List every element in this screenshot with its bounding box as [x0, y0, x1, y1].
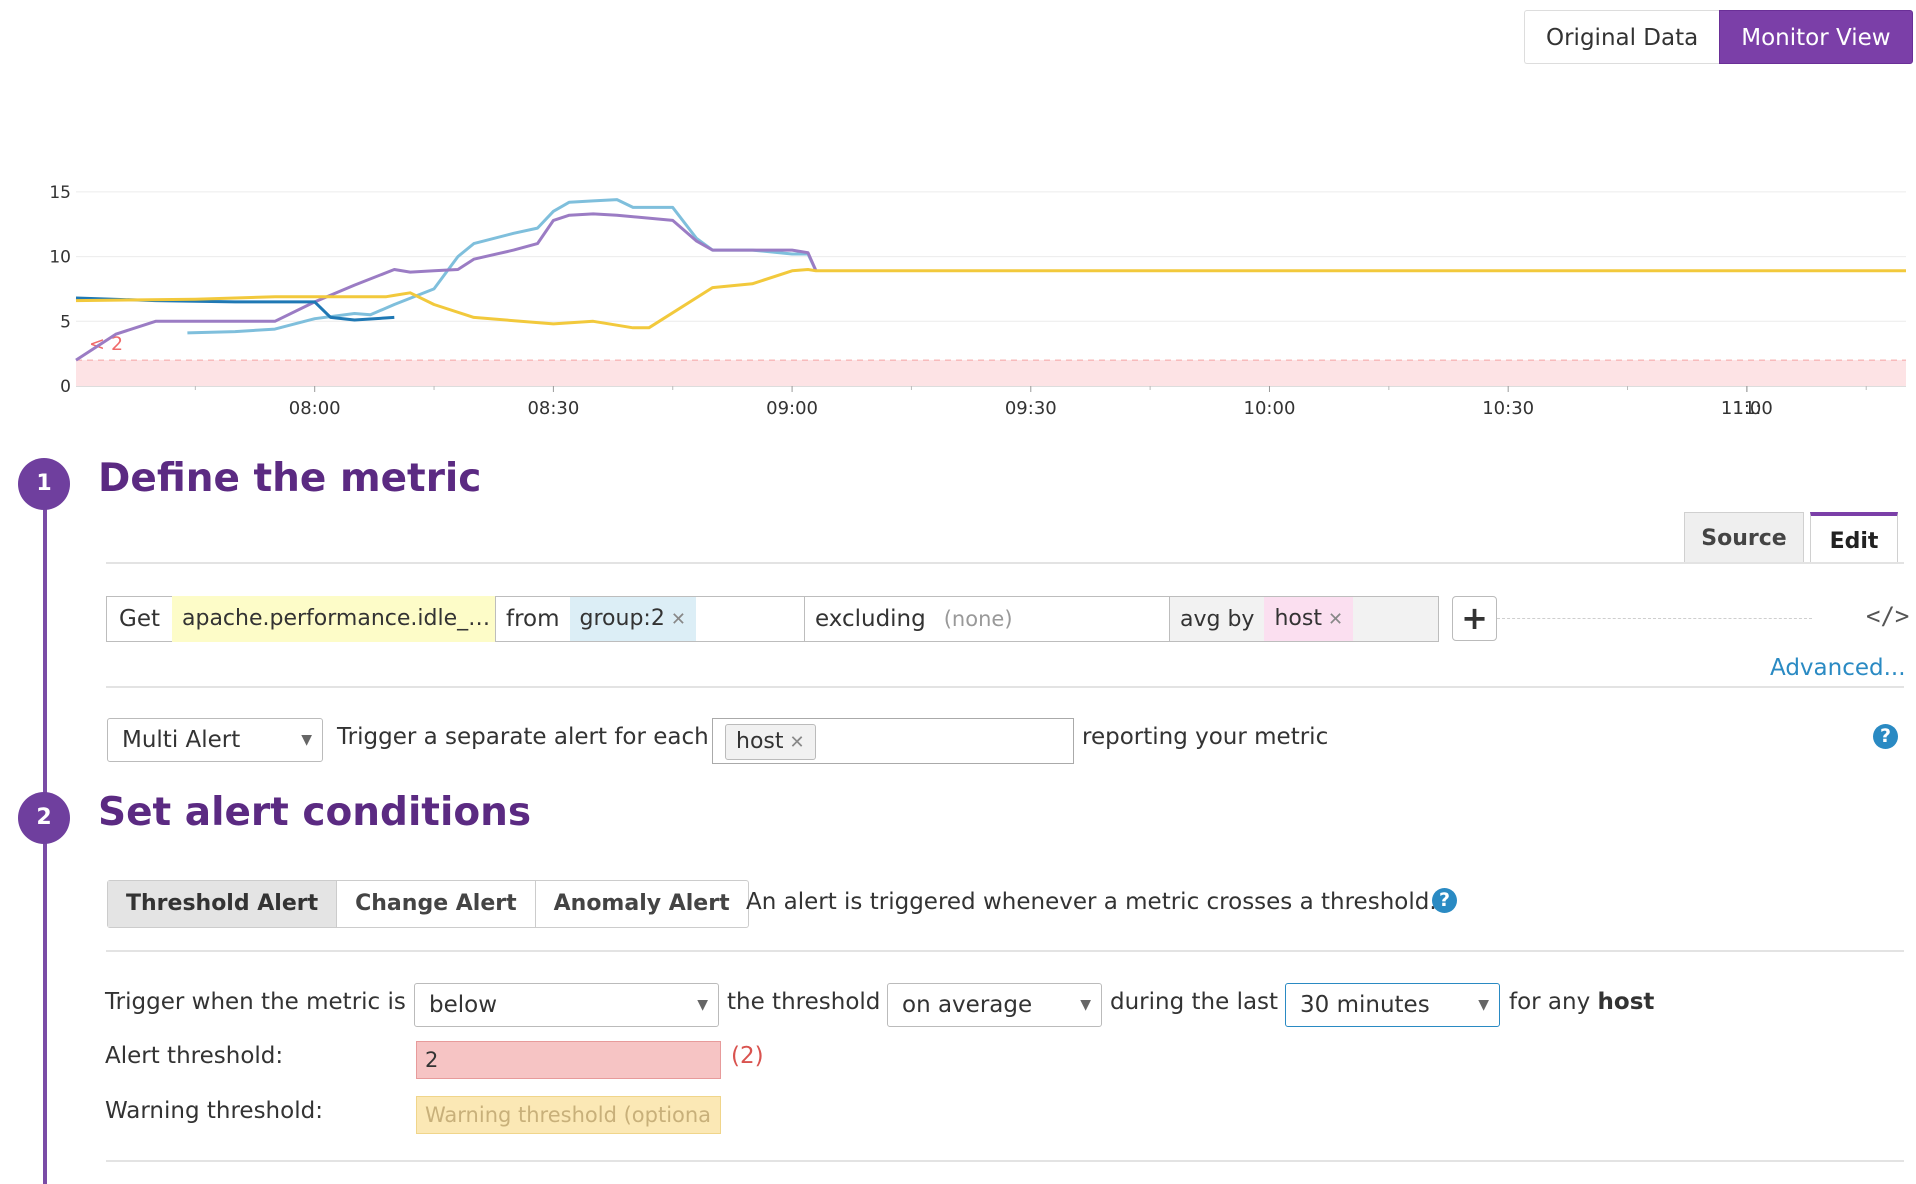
add-query-button[interactable]: + — [1452, 596, 1497, 641]
threshold-label: the threshold — [727, 989, 881, 1015]
y-tick-label: 0 — [60, 377, 71, 397]
aggregation-select[interactable]: on average ▼ — [887, 983, 1102, 1027]
alert-type-divider — [106, 950, 1904, 952]
step-2-badge: 2 — [18, 792, 70, 844]
step-2-title: Set alert conditions — [98, 790, 532, 835]
remove-icon[interactable]: ✕ — [790, 732, 805, 753]
dashed-connector — [1497, 618, 1812, 619]
during-label: during the last — [1110, 989, 1279, 1015]
tab-edit[interactable]: Edit — [1810, 512, 1898, 564]
series-line-1 — [187, 198, 818, 335]
tab-source[interactable]: Source — [1684, 512, 1804, 564]
change-alert-button[interactable]: Change Alert — [337, 881, 536, 927]
remove-icon[interactable]: ✕ — [671, 609, 686, 630]
help-icon[interactable]: ? — [1432, 888, 1457, 913]
alert-threshold-input[interactable]: 2 — [416, 1041, 721, 1079]
view-toggle: Original Data Monitor View — [1524, 10, 1913, 64]
warning-threshold-label: Warning threshold: — [105, 1098, 323, 1124]
avg-by-label: avg by — [1180, 606, 1255, 632]
tabs-divider — [106, 562, 1904, 564]
chevron-down-icon: ▼ — [1478, 997, 1489, 1013]
alert-type-description: An alert is triggered whenever a metric … — [746, 889, 1437, 915]
x-tick-label: 10:30 — [1482, 398, 1534, 419]
excluding-scope[interactable]: excluding (none) — [804, 596, 1170, 642]
y-tick-label: 5 — [60, 312, 71, 332]
metric-chart: < 2 0 5 10 15 08:00 08:30 09:00 09:30 10:00 10:3… — [49, 183, 1906, 419]
original-data-button[interactable]: Original Data — [1524, 10, 1720, 64]
x-tick-label: 11: — [1732, 398, 1761, 419]
x-tick-label: 08:30 — [527, 398, 579, 419]
trigger-label: Trigger when the metric is — [105, 989, 406, 1015]
chevron-down-icon: ▼ — [1080, 997, 1091, 1013]
x-tick-label: 09:30 — [1005, 398, 1057, 419]
threshold-label: < 2 — [89, 333, 123, 355]
help-icon[interactable]: ? — [1873, 724, 1898, 749]
query-divider — [106, 686, 1904, 688]
avg-by-tag[interactable]: host ✕ — [1264, 597, 1354, 641]
step-1-badge: 1 — [18, 458, 70, 510]
metric-name[interactable]: apache.performance.idle_… — [172, 596, 501, 642]
series-line-2 — [75, 212, 818, 362]
excluding-label: excluding — [815, 606, 926, 632]
comparison-select[interactable]: below ▼ — [414, 983, 719, 1027]
avg-by-group[interactable]: avg by host ✕ — [1169, 596, 1439, 642]
time-window-select[interactable]: 30 minutes ▼ — [1285, 983, 1500, 1027]
chevron-down-icon: ▼ — [697, 997, 708, 1013]
trigger-each-text: Trigger a separate alert for each — [337, 724, 709, 750]
get-label: Get — [119, 606, 160, 632]
from-label: from — [506, 606, 560, 632]
monitor-view-button[interactable]: Monitor View — [1719, 10, 1913, 64]
excluding-value: (none) — [943, 607, 1013, 631]
remove-icon[interactable]: ✕ — [1328, 609, 1343, 630]
from-scope[interactable]: from group:2 ✕ — [495, 596, 805, 642]
alert-grouping-select[interactable]: Multi Alert ▼ — [107, 718, 323, 762]
group-by-tag[interactable]: host ✕ — [725, 724, 816, 760]
for-any-tag: host — [1597, 989, 1655, 1015]
from-tag[interactable]: group:2 ✕ — [569, 597, 696, 641]
anomaly-alert-button[interactable]: Anomaly Alert — [536, 881, 748, 927]
reporting-text: reporting your metric — [1082, 724, 1329, 750]
x-tick-label: 08:00 — [289, 398, 341, 419]
alert-threshold-label: Alert threshold: — [105, 1043, 284, 1069]
chevron-down-icon: ▼ — [301, 732, 312, 748]
y-tick-label: 10 — [49, 248, 71, 268]
threshold-alert-button[interactable]: Threshold Alert — [108, 881, 338, 927]
x-tick-label: 10:00 — [1244, 398, 1296, 419]
conditions-divider — [106, 1160, 1904, 1162]
alert-type-group: Threshold Alert Change Alert Anomaly Ale… — [107, 880, 749, 928]
x-tick-label: 09:00 — [766, 398, 818, 419]
code-icon[interactable]: </> — [1866, 602, 1909, 630]
alert-threshold-note: (2) — [731, 1043, 764, 1069]
threshold-band — [76, 360, 1906, 386]
advanced-link[interactable]: Advanced... — [1770, 655, 1906, 681]
warning-threshold-input[interactable]: Warning threshold (optiona — [416, 1096, 721, 1134]
y-tick-label: 15 — [49, 183, 71, 203]
group-by-input[interactable]: host ✕ — [712, 718, 1074, 764]
metric-selector[interactable]: Get apache.performance.idle_… — [106, 596, 501, 642]
step-1-title: Define the metric — [98, 456, 482, 501]
for-any-text: for any host — [1509, 989, 1655, 1015]
